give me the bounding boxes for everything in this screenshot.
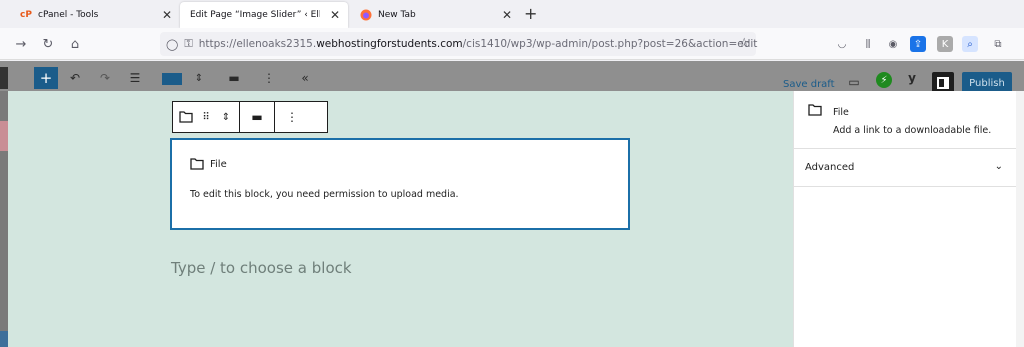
wp-admin-menu [0, 61, 8, 347]
sidebar-scrollbar[interactable] [1016, 91, 1024, 347]
new-tab-button[interactable]: + [524, 4, 537, 23]
tab-title: cPanel - Tools [38, 10, 99, 20]
sidebar-icon [937, 77, 949, 89]
reload-icon[interactable]: ↻ [39, 35, 57, 53]
redo-icon[interactable]: ↷ [96, 69, 114, 87]
admin-menu-item [0, 121, 8, 151]
permission-message: To edit this block, you need permission … [190, 189, 459, 200]
file-folder-icon [808, 104, 822, 116]
save-draft-button[interactable]: Save draft [783, 79, 835, 90]
move-up-down-icon[interactable]: ⇕ [192, 69, 206, 87]
more-options-icon[interactable]: ⋮ [281, 102, 303, 132]
extension-search-icon[interactable]: ⌕ [962, 36, 978, 52]
bookmark-star-icon[interactable]: ☆ [738, 36, 750, 51]
chevron-down-icon: ⌄ [994, 161, 1003, 172]
url-text[interactable]: https://ellenoaks2315.webhostingforstude… [199, 38, 758, 50]
collapse-icon[interactable]: « [298, 69, 312, 87]
block-card: File Add a link to a downloadable file. [794, 91, 1017, 149]
align-icon[interactable]: ▬ [246, 102, 268, 132]
close-icon[interactable]: ✕ [330, 8, 340, 22]
firefox-icon [360, 9, 372, 21]
editor-header-toolbar: + ↶ ↷ ☰ ⇕ ▬ ⋮ « Save draft ▭ ⚡ y Publish [0, 61, 1024, 94]
jetpack-icon[interactable]: ⚡ [876, 72, 892, 88]
yoast-icon[interactable]: y [902, 69, 922, 87]
more-options-icon[interactable]: ⋮ [263, 69, 275, 87]
admin-menu-item [0, 331, 8, 347]
tab-edit-page[interactable]: Edit Page “Image Slider” ‹ Ellen’s Po ✕ [180, 2, 348, 28]
preview-icon[interactable]: ▭ [846, 73, 862, 91]
pocket-icon[interactable]: ◡ [834, 36, 850, 52]
account-icon[interactable]: ◉ [885, 36, 901, 52]
home-icon[interactable]: ⌂ [66, 35, 84, 53]
file-block[interactable]: File To edit this block, you need permis… [171, 139, 629, 229]
library-icon[interactable]: ⫼ [860, 36, 876, 52]
shield-icon[interactable]: ◯ [166, 38, 178, 51]
drag-handle-icon[interactable]: ⠿ [197, 102, 215, 132]
advanced-label: Advanced [805, 162, 855, 173]
block-card-title: File [833, 107, 849, 118]
file-block-title: File [210, 158, 227, 170]
file-block-header: File [190, 158, 227, 170]
file-block-icon[interactable] [175, 102, 197, 132]
tab-cpanel[interactable]: cP cPanel - Tools ✕ [10, 2, 180, 28]
close-icon[interactable]: ✕ [162, 8, 172, 22]
block-settings-sidebar: File Add a link to a downloadable file. … [793, 91, 1024, 347]
advanced-panel-toggle[interactable]: Advanced ⌄ [794, 149, 1017, 187]
tab-new-tab[interactable]: New Tab ✕ [350, 2, 520, 28]
tab-title: Edit Page “Image Slider” ‹ Ellen’s Po [190, 10, 320, 20]
file-folder-icon [190, 158, 204, 170]
block-card-description: Add a link to a downloadable file. [833, 125, 992, 136]
extension-icon[interactable]: ⇪ [910, 36, 926, 52]
url-bar[interactable]: ◯ ⚿ https://ellenoaks2315.webhostingfors… [160, 32, 758, 56]
block-appender-placeholder[interactable]: Type / to choose a block [171, 259, 352, 277]
list-view-icon[interactable]: ☰ [126, 69, 144, 87]
extension-k-icon[interactable]: K [937, 36, 953, 52]
back-icon[interactable]: → [12, 35, 30, 53]
lock-icon[interactable]: ⚿ [184, 37, 192, 51]
close-icon[interactable]: ✕ [502, 8, 512, 22]
move-up-down-icon[interactable]: ⇕ [215, 102, 237, 132]
block-navigation-icon[interactable] [162, 73, 182, 85]
browser-nav-bar: → ↻ ⌂ ◯ ⚿ https://ellenoaks2315.webhosti… [0, 28, 1024, 60]
browser-tab-strip: cP cPanel - Tools ✕ Edit Page “Image Sli… [0, 0, 1024, 28]
undo-icon[interactable]: ↶ [66, 69, 84, 87]
extensions-puzzle-icon[interactable]: ⧉ [990, 36, 1006, 52]
block-toolbar: ⠿ ⇕ ▬ ⋮ [172, 101, 328, 133]
add-block-button[interactable]: + [34, 67, 58, 89]
editor-canvas[interactable]: ⠿ ⇕ ▬ ⋮ File To edit this block, you nee… [8, 91, 793, 347]
cpanel-icon: cP [20, 10, 32, 20]
tab-title: New Tab [378, 10, 416, 20]
wordpress-logo-icon[interactable] [0, 67, 8, 89]
align-icon[interactable]: ▬ [226, 69, 242, 87]
